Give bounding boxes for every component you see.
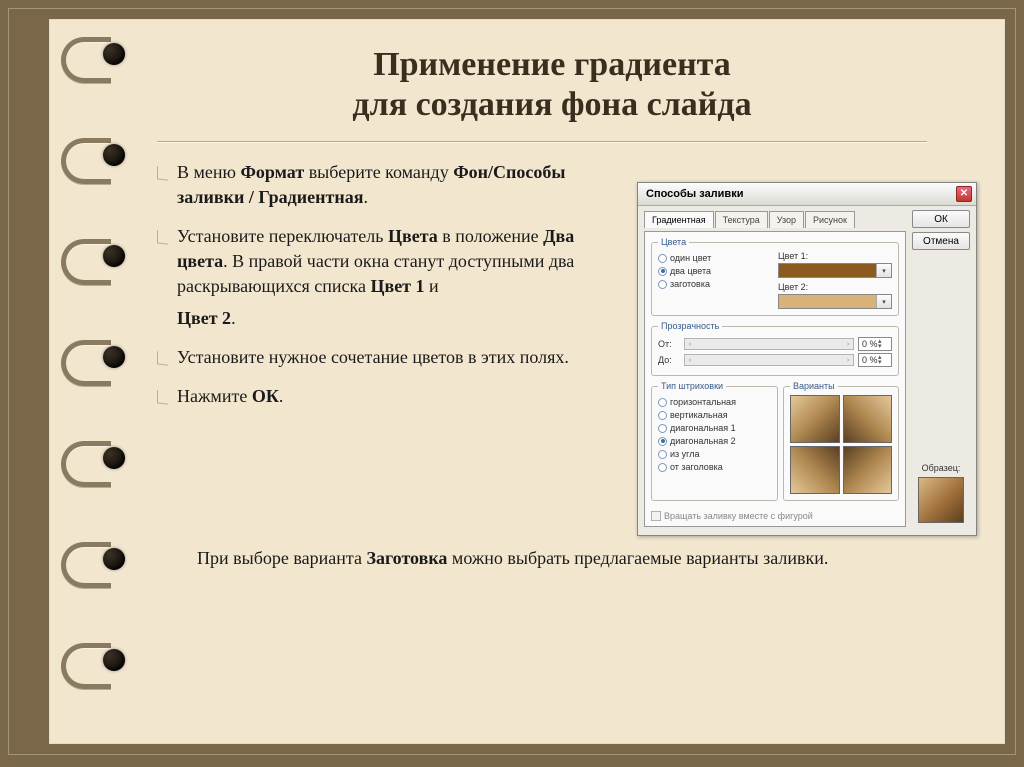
- trans-from-value[interactable]: 0 %▴▾: [858, 337, 892, 351]
- title-divider: [157, 141, 927, 142]
- radio-shading-4[interactable]: из угла: [658, 449, 771, 459]
- radio-shading-0[interactable]: горизонтальная: [658, 397, 771, 407]
- variant-2[interactable]: [843, 395, 893, 443]
- radio-one-color[interactable]: один цвет: [658, 253, 772, 263]
- list-item: Установите переключатель Цвета в положен…: [157, 224, 627, 331]
- dialog-titlebar[interactable]: Способы заливки ✕: [638, 183, 976, 206]
- transparency-legend: Прозрачность: [658, 321, 722, 331]
- cancel-button[interactable]: Отмена: [912, 232, 970, 250]
- tab-pattern[interactable]: Узор: [769, 211, 804, 228]
- radio-shading-2[interactable]: диагональная 1: [658, 423, 771, 433]
- color2-dropdown[interactable]: ▾: [778, 294, 892, 309]
- tab-gradient[interactable]: Градиентная: [644, 211, 714, 228]
- shading-group: Тип штриховки горизонтальная вертикальная…: [651, 381, 778, 501]
- variant-1[interactable]: [790, 395, 840, 443]
- tab-strip: Градиентная Текстура Узор Рисунок: [644, 210, 906, 227]
- tab-texture[interactable]: Текстура: [715, 211, 768, 228]
- variants-group: Варианты: [783, 381, 899, 501]
- radio-two-colors[interactable]: два цвета: [658, 266, 772, 276]
- chevron-down-icon: ▾: [876, 264, 891, 277]
- trans-from-label: От:: [658, 339, 680, 349]
- trans-to-value[interactable]: 0 %▴▾: [858, 353, 892, 367]
- color2-label: Цвет 2:: [778, 282, 892, 292]
- trans-from-slider[interactable]: ‹›: [684, 338, 854, 350]
- colors-legend: Цвета: [658, 237, 689, 247]
- trans-to-slider[interactable]: ‹›: [684, 354, 854, 366]
- list-item: Нажмите ОК.: [157, 384, 627, 409]
- radio-shading-1[interactable]: вертикальная: [658, 410, 771, 420]
- list-item: Установите нужное сочетание цветов в эти…: [157, 345, 627, 370]
- trans-to-label: До:: [658, 355, 680, 365]
- fill-effects-dialog: Способы заливки ✕ Градиентная Текстура У…: [637, 182, 977, 536]
- bullet-list: В меню Формат выберите команду Фон/Спосо…: [157, 160, 627, 536]
- sample-label: Образец:: [922, 463, 961, 473]
- title-line2: для создания фона слайда: [352, 86, 751, 123]
- color1-label: Цвет 1:: [778, 251, 892, 261]
- footer-note: При выборе варианта Заготовка можно выбр…: [197, 546, 947, 571]
- checkbox-icon: [651, 511, 661, 521]
- transparency-group: Прозрачность От: ‹› 0 %▴▾ До: ‹› 0 %▴▾: [651, 321, 899, 376]
- slide-page: Применение градиента для создания фона с…: [49, 19, 1005, 744]
- color1-swatch: [779, 264, 876, 277]
- list-item: В меню Формат выберите команду Фон/Спосо…: [157, 160, 627, 210]
- spiral-binding: [61, 29, 121, 683]
- sample-swatch: [918, 477, 964, 523]
- shading-legend: Тип штриховки: [658, 381, 726, 391]
- color1-dropdown[interactable]: ▾: [778, 263, 892, 278]
- variants-legend: Варианты: [790, 381, 838, 391]
- variant-3[interactable]: [790, 446, 840, 494]
- page-title: Применение градиента для создания фона с…: [127, 45, 977, 125]
- rotate-with-shape-checkbox[interactable]: Вращать заливку вместе с фигурой: [651, 511, 899, 521]
- variant-4[interactable]: [843, 446, 893, 494]
- title-line1: Применение градиента: [373, 46, 731, 83]
- radio-shading-5[interactable]: от заголовка: [658, 462, 771, 472]
- chevron-down-icon: ▾: [876, 295, 891, 308]
- color2-swatch: [779, 295, 876, 308]
- radio-shading-3[interactable]: диагональная 2: [658, 436, 771, 446]
- ok-button[interactable]: ОК: [912, 210, 970, 228]
- dialog-title-text: Способы заливки: [646, 188, 743, 200]
- tab-picture[interactable]: Рисунок: [805, 211, 855, 228]
- close-button[interactable]: ✕: [956, 186, 972, 202]
- colors-group: Цвета один цвет два цвета заготовка: [651, 237, 899, 316]
- radio-preset[interactable]: заготовка: [658, 279, 772, 289]
